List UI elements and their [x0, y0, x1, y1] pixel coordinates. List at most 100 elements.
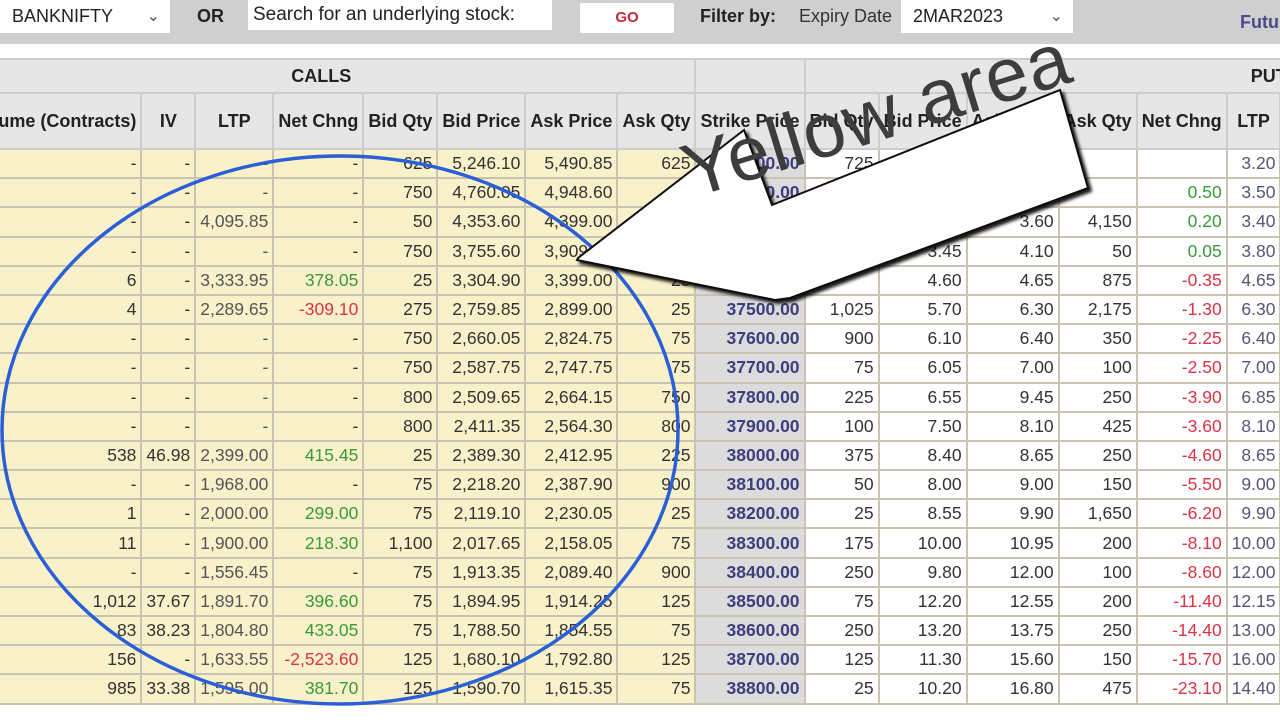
cell-c-aq: 900: [616, 556, 697, 588]
cell-c-bq: 750: [362, 323, 439, 355]
cell-p-aq: 2,175: [1057, 293, 1138, 326]
cell-c-iv: -: [140, 410, 197, 442]
cell-c-bp: 1,913.35: [436, 556, 527, 588]
cell-c-bq: 1,100: [362, 527, 439, 559]
cell-c-iv: -: [140, 177, 197, 209]
cell-c-aq: 25: [616, 498, 697, 530]
cell-c-vol: -: [0, 352, 143, 384]
cell-c-vol: -: [0, 235, 143, 267]
cell-c-bq: 750: [362, 235, 439, 267]
strike-price-cell[interactable]: 37700.00: [694, 352, 806, 384]
col-header-c-askprice[interactable]: Ask Price: [524, 92, 619, 150]
col-header-p-netchng[interactable]: Net Chng: [1135, 92, 1228, 150]
cell-c-ap: 2,664.15: [524, 381, 619, 413]
cell-c-chg: -: [272, 177, 365, 209]
col-header-c-netchng[interactable]: Net Chng: [272, 92, 365, 150]
strike-price-cell[interactable]: 38300.00: [694, 527, 806, 559]
cell-p-chg: 0.05: [1135, 235, 1228, 267]
cell-c-vol: -: [0, 177, 143, 209]
strike-price-cell[interactable]: 38700.00: [694, 644, 806, 676]
cell-c-iv: -: [140, 264, 197, 296]
cell-c-chg: 433.05: [272, 614, 365, 647]
underlying-search-input[interactable]: Search for an underlying stock:: [248, 0, 552, 30]
cell-c-chg: -: [272, 381, 365, 413]
cell-c-bp: 2,660.05: [436, 323, 527, 355]
cell-p-ltp: 7.00: [1225, 352, 1280, 384]
cell-p-aq: 150: [1057, 644, 1138, 676]
cell-c-ap: 2,089.40: [524, 556, 619, 588]
cell-p-ap: 8.10: [965, 410, 1060, 442]
cell-p-bp: 13.20: [877, 614, 968, 647]
cell-c-chg: 218.30: [272, 527, 365, 559]
cell-p-aq: 100: [1057, 556, 1138, 588]
cell-p-ltp: 3.20: [1225, 147, 1280, 180]
cell-p-aq: 425: [1057, 410, 1138, 442]
cell-p-chg: -2.50: [1135, 352, 1228, 384]
cell-c-iv: 37.67: [140, 585, 197, 618]
cell-c-chg: 299.00: [272, 498, 365, 530]
option-row: 01,01237.671,891.70396.60751,894.951,914…: [0, 585, 1280, 618]
or-label: OR: [197, 6, 224, 26]
cell-c-bp: 3,755.60: [436, 235, 527, 267]
cell-p-ltp: 9.90: [1225, 498, 1280, 530]
cell-p-ltp: 14.40: [1225, 673, 1280, 705]
strike-price-cell[interactable]: 37600.00: [694, 323, 806, 355]
cell-p-bq: 25: [803, 498, 880, 530]
col-header-c-bidqty[interactable]: Bid Qty: [362, 92, 439, 150]
cell-p-chg: -4.60: [1135, 439, 1228, 472]
cell-c-iv: -: [140, 381, 197, 413]
strike-group-header: [694, 58, 806, 94]
cell-c-ap: 2,387.90: [524, 469, 619, 501]
strike-price-cell[interactable]: 38100.00: [694, 469, 806, 501]
cell-p-chg: -0.35: [1135, 264, 1228, 296]
strike-price-cell[interactable]: 36000.00: [694, 206, 806, 238]
underlying-select[interactable]: BANKNIFTY ⌄: [0, 0, 170, 33]
cell-p-ltp: 9.00: [1225, 469, 1280, 501]
cell-p-ap: 9.00: [965, 469, 1060, 501]
strike-price-cell[interactable]: 38500.00: [694, 585, 806, 618]
cell-c-chg: 378.05: [272, 264, 365, 296]
strike-price-cell[interactable]: 37500.00: [694, 293, 806, 326]
cell-p-bq: 75: [803, 352, 880, 384]
col-header-c-ltp[interactable]: LTP: [194, 92, 275, 150]
go-button[interactable]: GO: [580, 3, 674, 33]
cell-p-bq: [803, 235, 880, 267]
cell-c-iv: 46.98: [140, 439, 197, 472]
cell-c-vol: -: [0, 469, 143, 501]
cell-c-aq: 25: [616, 264, 697, 296]
cell-p-chg: -1.30: [1135, 293, 1228, 326]
strike-price-cell[interactable]: 38200.00: [694, 498, 806, 530]
cell-c-bp: 4,760.05: [436, 177, 527, 209]
option-chain-table: CALLS PUTS Volume (Contracts)IVLTPNet Ch…: [0, 58, 1280, 705]
strike-price-cell[interactable]: 38000.00: [694, 439, 806, 472]
cell-c-iv: -: [140, 206, 197, 238]
cell-p-bp: 7.50: [877, 410, 968, 442]
cell-p-bp: 8.55: [877, 498, 968, 530]
strike-price-cell[interactable]: 38800.00: [694, 673, 806, 705]
col-header-c-bidprice[interactable]: Bid Price: [436, 92, 527, 150]
strike-price-cell[interactable]: 37800.00: [694, 381, 806, 413]
cell-c-iv: -: [140, 527, 197, 559]
cell-p-aq: 200: [1057, 527, 1138, 559]
cell-p-bq: 175: [803, 527, 880, 559]
cell-p-aq: 1,650: [1057, 498, 1138, 530]
col-header-p-ltp[interactable]: LTP: [1225, 92, 1280, 150]
strike-price-cell[interactable]: 37900.00: [694, 410, 806, 442]
col-header-c-iv[interactable]: IV: [140, 92, 197, 150]
strike-price-cell[interactable]: 38600.00: [694, 614, 806, 647]
futures-link[interactable]: Futu: [1240, 0, 1279, 44]
cell-p-ap: 7.00: [965, 352, 1060, 384]
col-header-p-askqty[interactable]: Ask Qty: [1057, 92, 1138, 150]
strike-price-cell[interactable]: 36500.00: [694, 235, 806, 267]
option-row: 78338.231,804.80433.05751,788.501,854.55…: [0, 614, 1280, 647]
col-header-c-volume[interactable]: Volume (Contracts): [0, 92, 143, 150]
strike-price-cell[interactable]: 38400.00: [694, 556, 806, 588]
cell-c-iv: -: [140, 469, 197, 501]
cell-c-bq: 800: [362, 410, 439, 442]
cell-p-ap: 12.55: [965, 585, 1060, 618]
cell-c-iv: -: [140, 644, 197, 676]
cell-c-chg: -: [272, 410, 365, 442]
cell-c-ltp: -: [194, 410, 275, 442]
cell-c-chg: 396.60: [272, 585, 365, 618]
strike-price-cell[interactable]: 37000.00: [694, 264, 806, 296]
